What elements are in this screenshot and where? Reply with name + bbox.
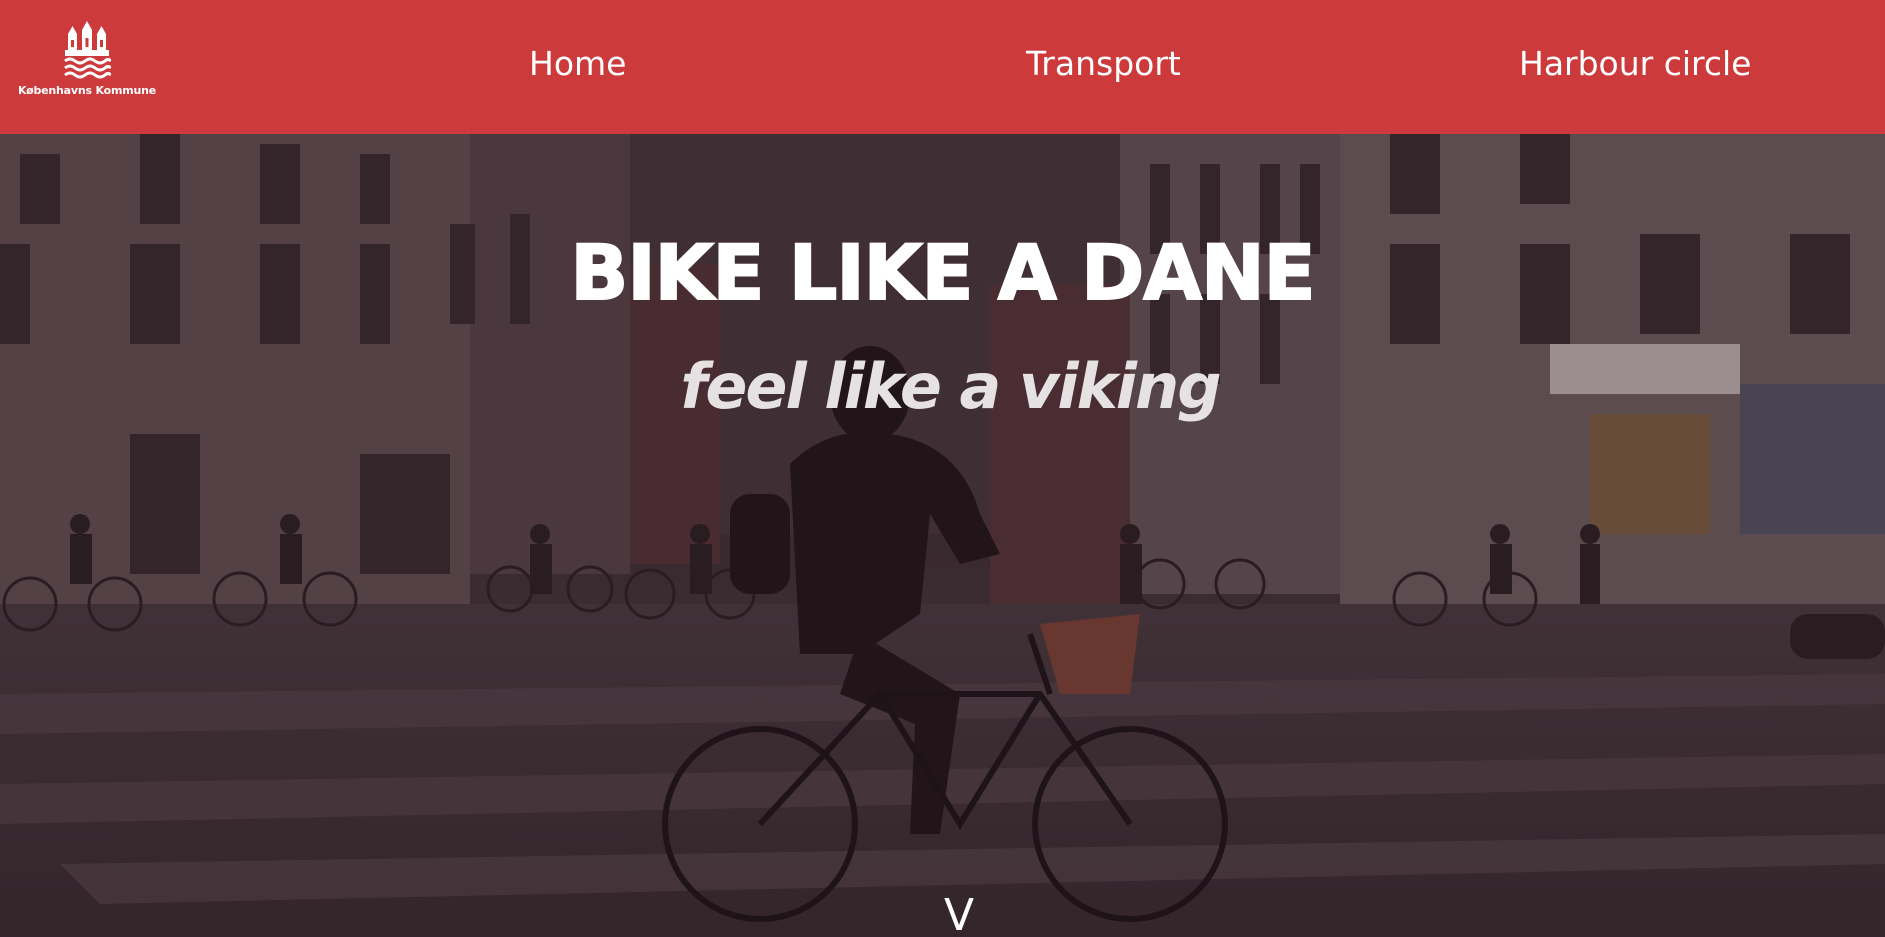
hero-section: BIKE LIKE A DANE feel like a viking V bbox=[0, 134, 1885, 937]
nav-harbour-circle-link[interactable]: Harbour circle bbox=[1519, 44, 1751, 83]
logo-text: Københavns Kommune bbox=[18, 84, 157, 97]
hero-subtitle: feel like a viking bbox=[680, 350, 1221, 423]
kommune-logo[interactable]: Københavns Kommune bbox=[18, 20, 156, 104]
hero-title: BIKE LIKE A DANE bbox=[569, 227, 1316, 318]
site-header: Københavns Kommune Home Transport Harbou… bbox=[0, 0, 1885, 134]
scroll-down-indicator[interactable]: V bbox=[944, 890, 974, 937]
nav-transport-link[interactable]: Transport bbox=[1026, 44, 1181, 83]
nav-home-link[interactable]: Home bbox=[529, 44, 626, 83]
copenhagen-castle-crest-icon bbox=[64, 21, 111, 79]
